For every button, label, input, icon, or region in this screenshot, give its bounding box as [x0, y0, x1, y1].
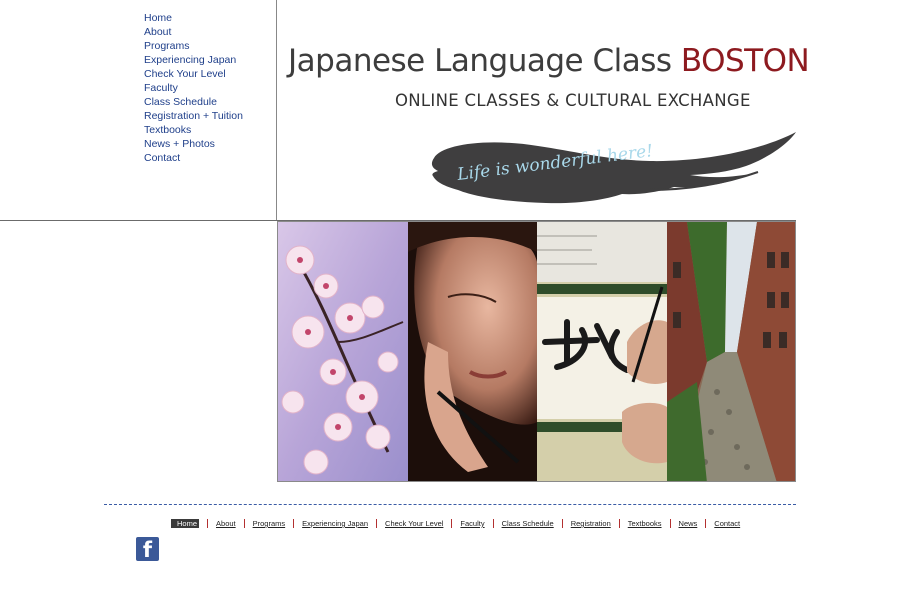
site-title-accent: BOSTON	[680, 43, 810, 79]
footer-separator	[669, 519, 671, 528]
footer-separator	[561, 519, 563, 528]
nav-item-contact[interactable]: Contact	[144, 151, 243, 165]
footer-separator	[451, 519, 453, 528]
footer-link-experiencing-japan[interactable]: Experiencing Japan	[302, 519, 368, 528]
cherry-blossom-photo	[278, 222, 408, 481]
nav-item-faculty[interactable]: Faculty	[144, 81, 243, 95]
footer-separator	[243, 519, 245, 528]
nav-item-experiencing-japan[interactable]: Experiencing Japan	[144, 53, 243, 67]
footer-link-about[interactable]: About	[216, 519, 236, 528]
nav-item-home[interactable]: Home	[144, 11, 243, 25]
footer-separator	[376, 519, 378, 528]
site-title-main: Japanese Language Class	[288, 43, 681, 79]
footer-link-contact[interactable]: Contact	[714, 519, 740, 528]
side-navigation: Home About Programs Experiencing Japan Check…	[144, 11, 243, 165]
site-subtitle: ONLINE CLASSES & CULTURAL EXCHANGE	[395, 91, 751, 110]
nav-item-class-schedule[interactable]: Class Schedule	[144, 95, 243, 109]
footer-separator	[618, 519, 620, 528]
footer-separator	[207, 519, 209, 528]
brush-stroke-logo: Life is wonderful here!	[431, 132, 796, 204]
vertical-divider	[276, 0, 277, 221]
facebook-icon[interactable]: f	[136, 537, 159, 561]
footer-link-faculty[interactable]: Faculty	[460, 519, 484, 528]
footer-link-home[interactable]: Home	[171, 519, 200, 528]
calligraphy-photo	[537, 222, 667, 481]
nav-item-textbooks[interactable]: Textbooks	[144, 123, 243, 137]
footer-link-programs[interactable]: Programs	[253, 519, 286, 528]
nav-item-registration-tuition[interactable]: Registration + Tuition	[144, 109, 243, 123]
site-title: Japanese Language Class BOSTON	[288, 43, 810, 79]
nav-item-about[interactable]: About	[144, 25, 243, 39]
footer-link-check-your-level[interactable]: Check Your Level	[385, 519, 443, 528]
nav-item-programs[interactable]: Programs	[144, 39, 243, 53]
footer-separator	[492, 519, 494, 528]
footer-separator	[705, 519, 707, 528]
student-writing-photo	[408, 222, 537, 481]
footer-dotted-divider	[104, 504, 796, 505]
footer-link-registration[interactable]: Registration	[571, 519, 611, 528]
nav-item-news-photos[interactable]: News + Photos	[144, 137, 243, 151]
footer-link-class-schedule[interactable]: Class Schedule	[502, 519, 554, 528]
photo-strip	[277, 221, 796, 482]
facebook-glyph: f	[142, 538, 153, 561]
nav-item-check-your-level[interactable]: Check Your Level	[144, 67, 243, 81]
boston-street-photo	[667, 222, 795, 481]
footer-navigation: Home About Programs Experiencing Japan Check…	[171, 519, 740, 528]
footer-link-news[interactable]: News	[679, 519, 698, 528]
footer-separator	[293, 519, 295, 528]
footer-link-textbooks[interactable]: Textbooks	[628, 519, 662, 528]
